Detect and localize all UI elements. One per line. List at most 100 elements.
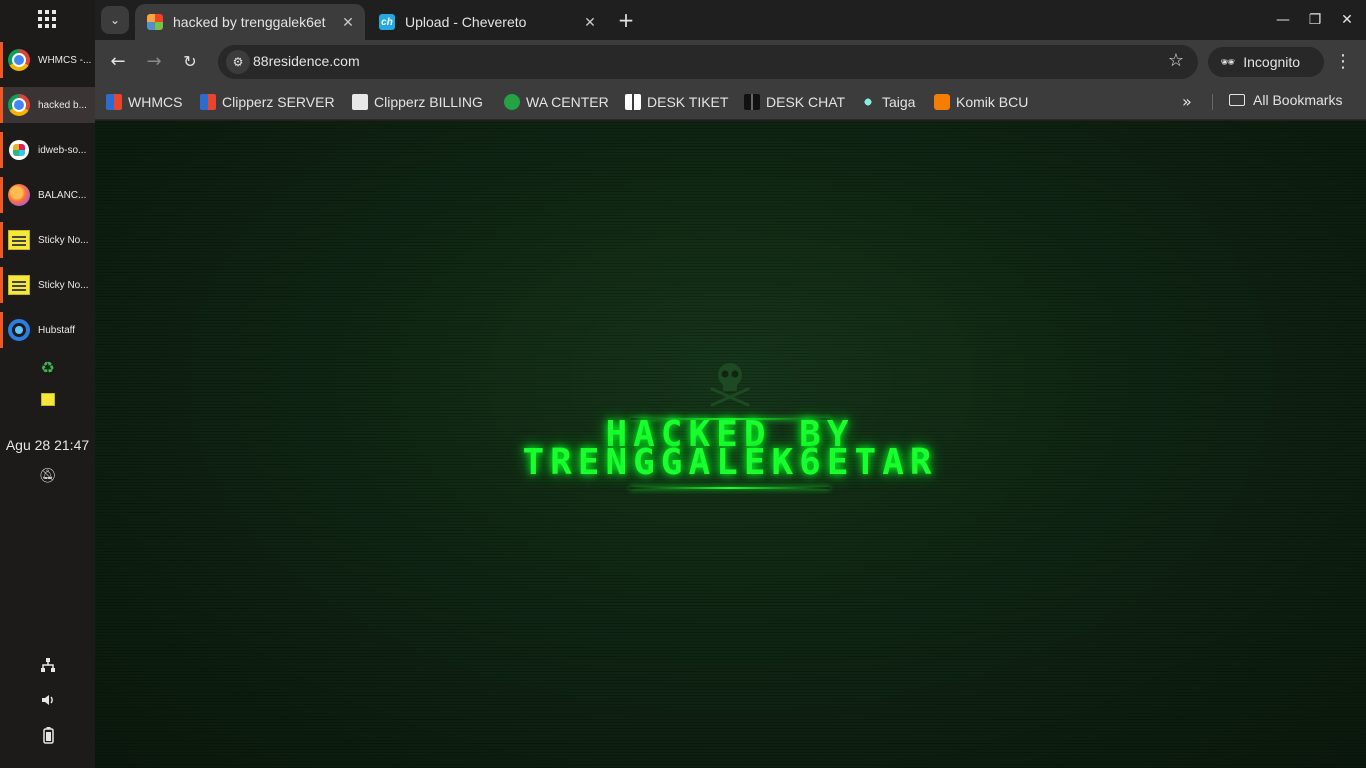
dock-indicator <box>0 267 3 303</box>
desk-icon <box>625 94 641 110</box>
more-menu-icon[interactable]: ⋮ <box>1333 50 1353 74</box>
firefox-icon <box>8 184 30 206</box>
bookmark-label: DESK TIKET <box>647 94 729 110</box>
taiga-icon <box>860 94 876 110</box>
hacked-by-heading: HACKED BY TRENGGALEK6ETAR <box>475 417 985 481</box>
dock-item-label: hacked b... <box>38 99 87 111</box>
close-icon[interactable]: ✕ <box>581 13 599 31</box>
dock-item-hacked[interactable]: hacked b... <box>0 87 95 123</box>
battery-icon[interactable] <box>0 726 95 748</box>
slack-icon <box>9 140 29 160</box>
bookmark-wa-center[interactable]: WA CENTER <box>504 92 609 112</box>
tab-hacked[interactable]: hacked by trenggalek6et ✕ <box>135 4 365 40</box>
bookmark-desk-chat[interactable]: DESK CHAT <box>744 92 845 112</box>
bookmark-label: Clipperz SERVER <box>222 94 335 110</box>
tab-title: Upload - Chevereto <box>405 14 527 30</box>
sticky-tray-icon[interactable] <box>0 391 95 410</box>
browser-toolbar: ← → ↻ ⚙ 88residence.com ☆ 🕶︎ Incognito ⋮ <box>95 40 1366 84</box>
whmcs-icon <box>106 94 122 110</box>
sticky-notes-icon <box>8 275 30 295</box>
address-bar[interactable]: ⚙ 88residence.com ☆ <box>218 45 1198 79</box>
bookmark-label: WA CENTER <box>526 94 609 110</box>
recycle-icon[interactable]: ♻ <box>0 358 95 377</box>
dock-item-sticky-1[interactable]: Sticky No... <box>0 222 95 258</box>
reload-button[interactable]: ↻ <box>178 50 202 74</box>
dock-item-hubstaff[interactable]: Hubstaff <box>0 312 95 348</box>
dock-indicator <box>0 177 3 213</box>
bookmark-clipperz-server[interactable]: Clipperz SERVER <box>200 92 335 112</box>
all-bookmarks-label: All Bookmarks <box>1253 92 1343 108</box>
bookmark-label: DESK CHAT <box>766 94 846 110</box>
bookmark-clipperz-billing[interactable]: Clipperz BILLING <box>352 92 483 112</box>
network-icon[interactable] <box>0 657 95 677</box>
tab-upload[interactable]: ch Upload - Chevereto ✕ <box>367 4 607 40</box>
bookmark-label: Taiga <box>882 94 916 110</box>
chevron-double-right-icon[interactable]: » <box>1182 92 1192 111</box>
dock-item-label: Sticky No... <box>38 234 89 246</box>
bookmark-label: Komik BCU <box>956 94 1029 110</box>
all-bookmarks-button[interactable]: All Bookmarks <box>1229 92 1342 108</box>
dock-indicator <box>0 42 3 78</box>
dock-item-label: idweb-so... <box>38 144 87 156</box>
desk-chat-icon <box>744 94 760 110</box>
back-button[interactable]: ← <box>106 50 130 74</box>
dock-item-label: Sticky No... <box>38 279 89 291</box>
clipperz-icon <box>200 94 216 110</box>
taskbar-dock: WHMCS -... hacked b... idweb-so... BALAN… <box>0 0 95 768</box>
url-text[interactable]: 88residence.com <box>253 53 360 69</box>
app-grid-icon[interactable] <box>38 10 56 28</box>
tab-strip: ⌄ hacked by trenggalek6et ✕ ch Upload - … <box>95 0 1366 40</box>
heading-line-2: TRENGGALEK6ETAR <box>522 442 938 483</box>
bookmarks-bar: WHMCS Clipperz SERVER Clipperz BILLING W… <box>95 84 1366 120</box>
bookmark-separator <box>1212 94 1213 110</box>
hubstaff-icon <box>8 319 30 341</box>
bookmark-desk-tiket[interactable]: DESK TIKET <box>625 92 728 112</box>
dock-item-balance[interactable]: BALANC... <box>0 177 95 213</box>
folder-icon <box>1229 94 1245 106</box>
blogger-icon <box>934 94 950 110</box>
dock-item-label: WHMCS -... <box>38 54 92 66</box>
dock-item-label: BALANC... <box>38 189 87 201</box>
whatsapp-icon <box>504 94 520 110</box>
glow-divider-bottom <box>630 487 830 489</box>
dock-indicator <box>0 87 3 123</box>
dock-indicator <box>0 312 3 348</box>
incognito-label: Incognito <box>1243 54 1301 70</box>
browser-window: ⌄ hacked by trenggalek6et ✕ ch Upload - … <box>95 0 1366 768</box>
bookmark-label: WHMCS <box>128 94 183 110</box>
new-tab-button[interactable]: + <box>614 8 638 32</box>
sticky-notes-icon <box>8 230 30 250</box>
dock-item-label: Hubstaff <box>38 324 76 336</box>
dock-item-idweb[interactable]: idweb-so... <box>0 132 95 168</box>
minimize-icon[interactable]: — <box>1271 8 1295 32</box>
bookmark-taiga[interactable]: Taiga <box>860 92 915 112</box>
tab-search-button[interactable]: ⌄ <box>101 6 129 34</box>
bookmark-label: Clipperz BILLING <box>374 94 483 110</box>
clipperz-billing-icon <box>352 94 368 110</box>
page-content: HACKED BY TRENGGALEK6ETAR <box>95 121 1366 768</box>
volume-icon[interactable] <box>0 692 95 712</box>
clock[interactable]: Agu 28 21:47 <box>0 437 95 453</box>
incognito-button[interactable]: 🕶︎ Incognito <box>1208 47 1324 77</box>
close-window-icon[interactable]: ✕ <box>1335 8 1359 32</box>
chevron-down-icon: ⌄ <box>109 13 121 27</box>
forward-button[interactable]: → <box>142 50 166 74</box>
bookmark-whmcs[interactable]: WHMCS <box>106 92 182 112</box>
bookmark-komik-bcu[interactable]: Komik BCU <box>934 92 1028 112</box>
dock-indicator <box>0 132 3 168</box>
close-icon[interactable]: ✕ <box>339 13 357 31</box>
joomla-icon <box>147 14 163 30</box>
dock-item-sticky-2[interactable]: Sticky No... <box>0 267 95 303</box>
restore-icon[interactable]: ❐ <box>1303 8 1327 32</box>
chevereto-icon: ch <box>379 14 395 30</box>
notifications-off-icon[interactable]: 🔕︎ <box>0 468 95 484</box>
site-settings-icon[interactable]: ⚙ <box>226 50 250 74</box>
tab-title: hacked by trenggalek6et <box>173 14 326 30</box>
dock-item-whmcs[interactable]: WHMCS -... <box>0 42 95 78</box>
chrome-icon <box>8 49 30 71</box>
bookmark-star-icon[interactable]: ☆ <box>1168 50 1184 71</box>
dock-indicator <box>0 222 3 258</box>
skull-crossbones-icon <box>710 363 750 407</box>
incognito-icon: 🕶︎ <box>1220 55 1236 69</box>
chrome-icon <box>8 94 30 116</box>
